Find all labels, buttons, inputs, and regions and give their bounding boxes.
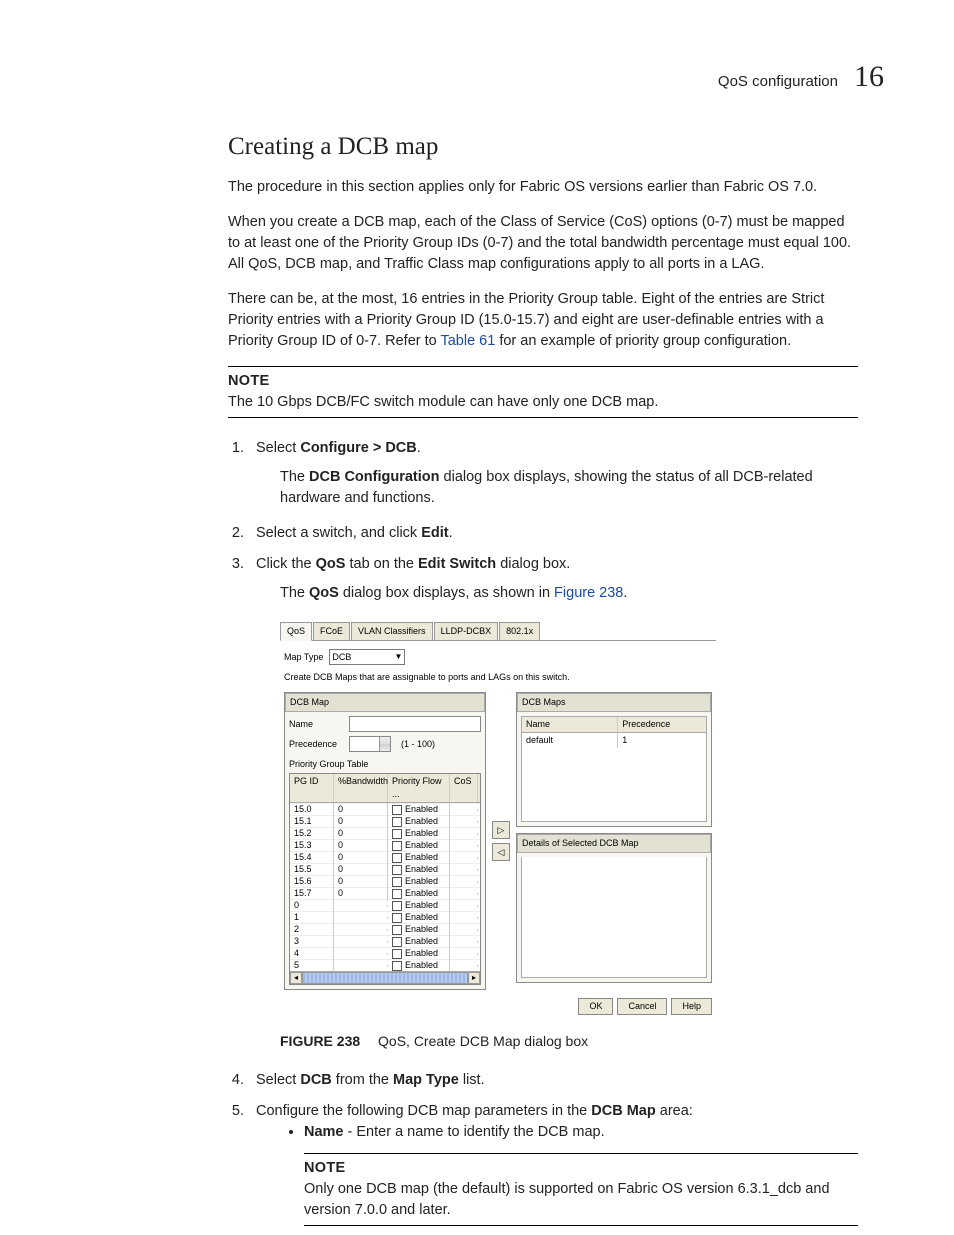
step-5: Configure the following DCB map paramete… [248,1101,858,1226]
tab-vlan[interactable]: VLAN Classifiers [351,622,433,640]
step-4: Select DCB from the Map Type list. [248,1070,858,1091]
note-body: Only one DCB map (the default) is suppor… [304,1181,830,1218]
help-button[interactable]: Help [671,998,712,1015]
step-3: Click the QoS tab on the Edit Switch dia… [248,554,858,1052]
tab-8021x[interactable]: 802.1x [499,622,540,640]
tab-qos[interactable]: QoS [280,622,312,641]
name-input[interactable] [349,716,481,732]
chevron-down-icon: ▼ [394,651,402,663]
scroll-right-icon[interactable]: ▸ [468,972,480,984]
maptype-label: Map Type [284,651,323,664]
panel-dcb-map: DCB Map Name Precedence 1 (1 - 100) [284,692,486,990]
note-block-1: NOTE The 10 Gbps DCB/FC switch module ca… [228,366,858,418]
pg-title: Priority Group Table [289,758,481,771]
step-2: Select a switch, and click Edit. [248,523,858,544]
move-left-button[interactable]: ◁ [492,843,510,861]
tab-lldp[interactable]: LLDP-DCBX [434,622,499,640]
h-scrollbar[interactable]: ◂ ▸ [290,971,480,984]
precedence-label: Precedence [289,738,343,751]
panel-details: Details of Selected DCB Map [516,833,712,983]
maptype-dropdown[interactable]: DCB ▼ [329,649,405,665]
section-title: Creating a DCB map [228,129,858,165]
cancel-button[interactable]: Cancel [617,998,667,1015]
scroll-left-icon[interactable]: ◂ [290,972,302,984]
precedence-range: (1 - 100) [401,738,435,751]
bullet-name: Name - Enter a name to identify the DCB … [304,1122,858,1143]
link-figure-238[interactable]: Figure 238 [554,585,623,601]
note-block-2: NOTE Only one DCB map (the default) is s… [304,1153,858,1226]
precedence-spinner[interactable]: 1 [349,736,391,752]
tab-strip: QoS FCoE VLAN Classifiers LLDP-DCBX 802.… [280,622,716,641]
name-label: Name [289,718,343,731]
ok-button[interactable]: OK [578,998,613,1015]
para-2: When you create a DCB map, each of the C… [228,212,858,275]
header-topic: QoS configuration [718,71,838,93]
note-body: The 10 Gbps DCB/FC switch module can hav… [228,394,658,410]
note-label: NOTE [228,373,269,389]
step-3-sub: The QoS dialog box displays, as shown in… [280,583,858,604]
hint-text: Create DCB Maps that are assignable to p… [284,671,712,684]
tab-fcoe[interactable]: FCoE [313,622,350,640]
figure-238: QoS FCoE VLAN Classifiers LLDP-DCBX 802.… [280,622,716,1023]
step-1-sub: The DCB Configuration dialog box display… [280,467,858,509]
move-right-button[interactable]: ▷ [492,821,510,839]
header-chapter: 16 [854,55,884,99]
page-header: QoS configuration 16 [70,55,884,99]
table-row[interactable]: default 1 [522,733,706,748]
steps-list: Select Configure > DCB. The DCB Configur… [228,438,858,1226]
step-1: Select Configure > DCB. The DCB Configur… [248,438,858,509]
para-1: The procedure in this section applies on… [228,177,858,198]
figure-caption: FIGURE 238 QoS, Create DCB Map dialog bo… [280,1031,858,1051]
pg-table: PG ID %Bandwidth Priority Flow ... CoS 1… [289,773,481,985]
para-3: There can be, at the most, 16 entries in… [228,289,858,352]
panel-dcb-maps: DCB Maps Name Precedence default 1 [516,692,712,827]
link-table-61[interactable]: Table 61 [440,333,495,349]
note-label: NOTE [304,1160,345,1176]
